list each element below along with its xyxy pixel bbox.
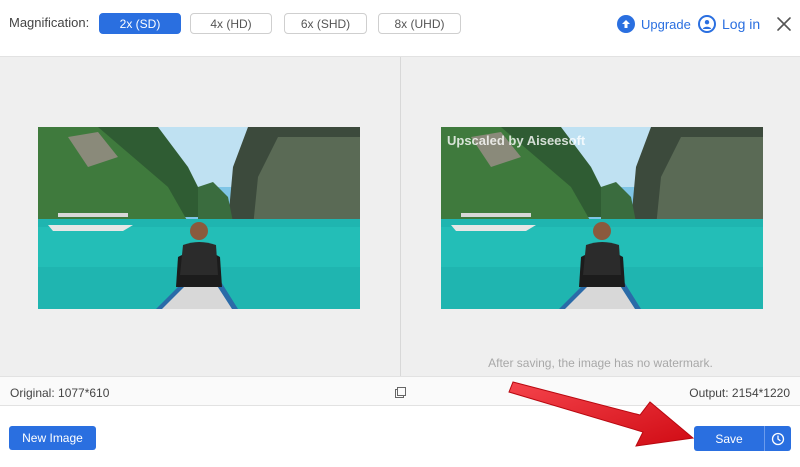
- original-size: Original: 1077*610: [10, 386, 110, 400]
- magnification-6x-button[interactable]: 6x (SHD): [284, 13, 367, 34]
- compare-icon[interactable]: [395, 387, 406, 398]
- toolbar: Magnification: 2x (SD) 4x (HD) 6x (SHD) …: [0, 0, 800, 56]
- login-label: Log in: [722, 16, 761, 32]
- output-size: Output: 2154*1220: [689, 386, 790, 400]
- watermark-note: After saving, the image has no watermark…: [488, 356, 713, 370]
- close-icon: [777, 17, 791, 31]
- magnification-8x-button[interactable]: 8x (UHD): [378, 13, 461, 34]
- login-link[interactable]: Log in: [698, 13, 760, 35]
- upscaled-image: Upscaled by Aiseesoft: [441, 127, 763, 309]
- history-icon: [771, 432, 785, 445]
- action-bar: New Image Save: [0, 406, 800, 467]
- upgrade-link[interactable]: Upgrade: [617, 13, 691, 35]
- magnification-2x-button[interactable]: 2x (SD): [99, 13, 181, 34]
- preview-area: Upscaled by Aiseesoft After saving, the …: [0, 56, 800, 377]
- watermark-text: Upscaled by Aiseesoft: [447, 133, 586, 148]
- magnification-label: Magnification:: [9, 15, 90, 30]
- upgrade-label: Upgrade: [641, 16, 691, 32]
- upgrade-icon: [617, 15, 635, 33]
- save-button[interactable]: Save: [694, 426, 764, 451]
- preview-divider: [400, 57, 401, 377]
- close-button[interactable]: [774, 14, 794, 34]
- user-icon: [698, 15, 716, 33]
- original-image: [38, 127, 360, 309]
- history-button[interactable]: [765, 426, 791, 451]
- status-bar: Original: 1077*610 Output: 2154*1220: [0, 376, 800, 406]
- new-image-button[interactable]: New Image: [9, 426, 96, 450]
- magnification-4x-button[interactable]: 4x (HD): [190, 13, 272, 34]
